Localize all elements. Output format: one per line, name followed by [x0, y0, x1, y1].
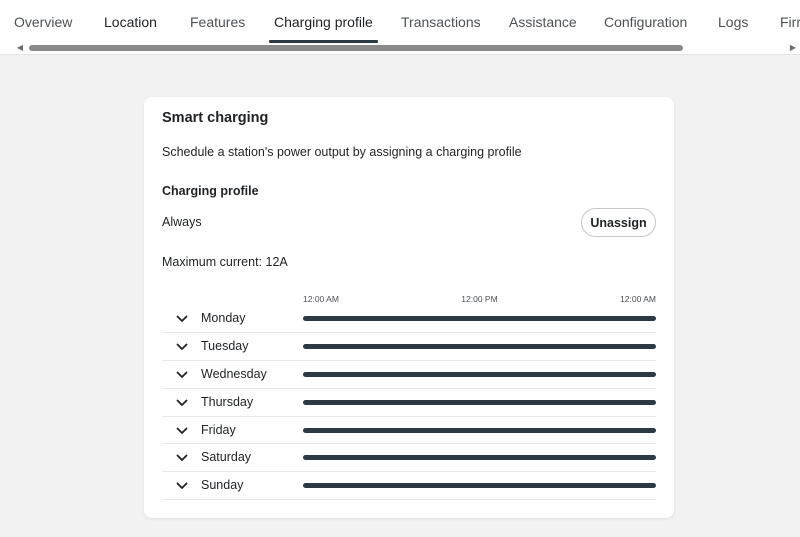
tab-logs[interactable]: Logs [718, 0, 748, 43]
axis-tick-start: 12:00 AM [303, 294, 339, 304]
day-row[interactable]: Tuesday [162, 333, 656, 361]
scrollbar-thumb[interactable] [29, 45, 683, 51]
scroll-left-icon[interactable]: ◀ [15, 44, 25, 52]
scroll-right-icon[interactable]: ▶ [788, 44, 798, 52]
chevron-down-icon[interactable] [176, 481, 188, 491]
day-label: Friday [201, 422, 236, 437]
day-row[interactable]: Thursday [162, 389, 656, 417]
axis-tick-middle: 12:00 PM [461, 294, 498, 304]
day-schedule-bar [303, 399, 656, 405]
day-schedule-bar [303, 316, 656, 321]
chevron-down-icon[interactable] [176, 398, 188, 408]
tab-list: Overview Location Features Charging prof… [0, 0, 800, 43]
day-label: Monday [201, 311, 246, 325]
tab-features[interactable]: Features [190, 0, 245, 43]
day-row[interactable]: Friday [162, 417, 656, 445]
day-schedule-bar [303, 343, 656, 349]
chevron-down-icon[interactable] [176, 426, 188, 436]
chevron-down-icon[interactable] [176, 314, 188, 324]
chevron-down-icon[interactable] [176, 370, 188, 380]
chevron-down-icon[interactable] [176, 453, 188, 463]
day-row[interactable]: Wednesday [162, 361, 656, 389]
day-label: Thursday [201, 394, 254, 409]
maximum-current: Maximum current: 12A [162, 255, 288, 269]
chevron-down-icon[interactable] [176, 342, 188, 352]
day-schedule-bar [303, 455, 656, 461]
day-schedule-bar [303, 483, 656, 489]
tab-firmware[interactable]: Firr [780, 0, 800, 43]
unassign-button[interactable]: Unassign [581, 208, 656, 237]
tab-overview[interactable]: Overview [14, 0, 72, 43]
tab-configuration[interactable]: Configuration [604, 0, 687, 43]
day-label: Tuesday [201, 338, 249, 353]
day-row[interactable]: Monday [162, 305, 656, 333]
day-row[interactable]: Sunday [162, 472, 656, 501]
day-label: Saturday [201, 450, 252, 465]
axis-tick-end: 12:00 AM [620, 294, 656, 304]
day-label: Wednesday [201, 366, 267, 381]
tab-assistance[interactable]: Assistance [509, 0, 577, 43]
tab-charging-profile[interactable]: Charging profile [269, 0, 378, 43]
tab-bar: Overview Location Features Charging prof… [0, 0, 800, 55]
charging-profile-heading: Charging profile [162, 184, 259, 198]
smart-charging-card: Smart charging Schedule a station's powe… [144, 97, 674, 518]
card-description: Schedule a station's power output by ass… [162, 145, 522, 159]
tab-scrollbar[interactable]: ◀ ▶ [0, 43, 800, 53]
tab-transactions[interactable]: Transactions [401, 0, 481, 43]
day-label: Sunday [201, 478, 244, 493]
day-schedule-bar [303, 371, 656, 377]
day-row[interactable]: Saturday [162, 444, 656, 473]
card-title: Smart charging [162, 110, 269, 126]
day-schedule-bar [303, 427, 656, 433]
profile-name: Always [162, 215, 202, 229]
tab-location[interactable]: Location [104, 0, 157, 43]
day-schedule-list: Monday Tuesday Wednesday Thursday Friday Satu… [162, 305, 656, 501]
